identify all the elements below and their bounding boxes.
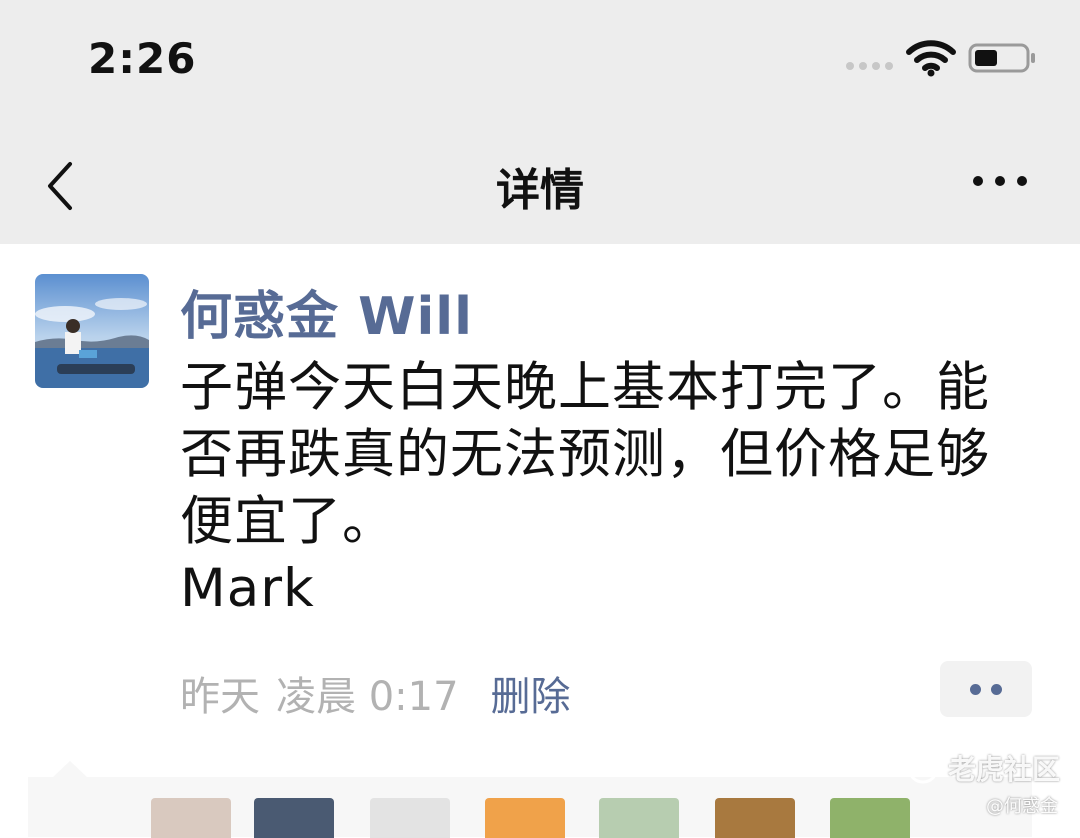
watermark-handle: @何惑金	[986, 796, 1058, 817]
moment-post: 何惑金 Will 子弹今天白天晚上基本打完了。能 否再跌真的无法预测，但价格足够…	[0, 244, 1080, 838]
liker-avatar[interactable]	[715, 798, 795, 838]
watermark-brand: 老虎社区	[948, 753, 1061, 786]
like-comment-button[interactable]	[940, 661, 1032, 717]
liker-avatar[interactable]	[599, 798, 679, 838]
liker-avatar[interactable]	[370, 798, 450, 838]
likes-panel-arrow	[52, 761, 88, 778]
liker-avatar[interactable]	[830, 798, 910, 838]
delete-link[interactable]: 删除	[491, 664, 571, 722]
liker-avatar[interactable]	[485, 798, 565, 838]
dot-icon	[991, 683, 1002, 695]
post-time: 凌晨 0:17	[276, 674, 459, 720]
post-date: 昨天	[180, 674, 260, 720]
post-line: Mark	[180, 558, 315, 619]
post-meta: 昨天 凌晨 0:17 删除	[180, 664, 571, 722]
status-bar: 2:26	[0, 0, 1080, 120]
dot-icon	[970, 683, 981, 695]
liker-avatar[interactable]	[254, 798, 334, 838]
author-name[interactable]: 何惑金 Will	[180, 274, 473, 349]
wifi-icon	[906, 40, 956, 77]
page-title: 详情	[496, 165, 584, 216]
post-line: 否再跌真的无法预测，但价格足够	[180, 424, 990, 485]
post-line: 子弹今天白天晚上基本打完了。能	[180, 357, 990, 418]
more-options-icon[interactable]	[968, 166, 1032, 196]
navigation-bar: 详情	[0, 120, 1080, 244]
status-time: 2:26	[88, 34, 197, 83]
tiger-logo-icon	[907, 752, 939, 784]
cellular-signal-icon	[846, 62, 893, 70]
watermark: 老虎社区	[906, 748, 1060, 788]
liker-avatar[interactable]	[151, 798, 231, 838]
post-line: 便宜了。	[180, 491, 396, 552]
post-content: 子弹今天白天晚上基本打完了。能 否再跌真的无法预测，但价格足够 便宜了。 Mar…	[180, 354, 1050, 622]
battery-icon	[968, 43, 1035, 73]
author-avatar[interactable]	[35, 274, 149, 388]
